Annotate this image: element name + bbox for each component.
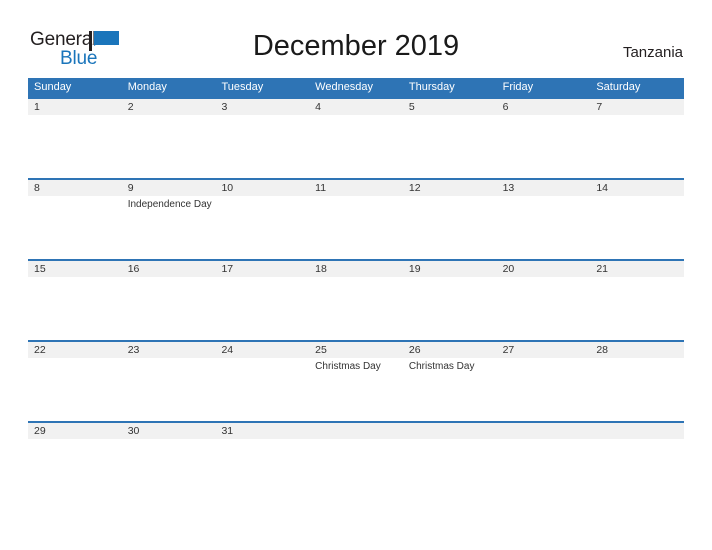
calendar-day-cell[interactable]: 13 <box>497 180 591 259</box>
weekday-header-saturday: Saturday <box>596 81 641 93</box>
country-label: Tanzania <box>622 44 683 61</box>
day-number: 20 <box>502 263 515 275</box>
calendar-day-cell[interactable]: 15 <box>28 261 122 340</box>
day-number: 17 <box>221 263 234 275</box>
day-number: 4 <box>315 101 321 113</box>
day-events: Christmas Day <box>315 360 403 373</box>
day-number: 22 <box>34 344 46 356</box>
calendar-day-cell[interactable]: 16 <box>122 261 216 340</box>
calendar-day-cell[interactable]: 22 <box>28 342 122 421</box>
day-number: 14 <box>596 182 608 194</box>
calendar-day-cell[interactable]: 20 <box>497 261 591 340</box>
day-number: 25 <box>315 344 327 356</box>
calendar-day-cell-empty <box>590 423 684 502</box>
page-title: December 2019 <box>252 30 460 62</box>
day-number: 29 <box>34 425 46 437</box>
week-cells: 1 2 3 4 5 6 7 <box>28 99 684 178</box>
day-number: 18 <box>315 263 327 275</box>
weekday-header-monday: Monday <box>127 81 167 93</box>
calendar-week-row: 8 9 Independence Day 10 11 12 13 14 <box>28 178 684 259</box>
holiday-label: Christmas Day <box>315 361 381 372</box>
calendar-day-cell[interactable]: 25 Christmas Day <box>309 342 403 421</box>
weekday-header-tuesday: Tuesday <box>221 81 264 93</box>
day-number: 15 <box>34 263 46 275</box>
calendar-day-cell[interactable]: 14 <box>590 180 684 259</box>
calendar-day-cell[interactable]: 27 <box>497 342 591 421</box>
calendar-day-cell[interactable]: 23 <box>122 342 216 421</box>
calendar-weekday-header: Sunday Monday Tuesday Wednesday Thursday… <box>28 78 684 97</box>
weekday-header-sunday: Sunday <box>34 81 72 93</box>
weekday-header-thursday: Thursday <box>408 81 455 93</box>
day-number: 30 <box>127 425 140 437</box>
calendar-day-cell[interactable]: 21 <box>590 261 684 340</box>
day-number: 10 <box>221 182 234 194</box>
calendar-weeks: 1 2 3 4 5 6 7 8 9 Independence Day 10 11 12 13 14 15 16 1… <box>28 97 684 502</box>
calendar-week-row: 1 2 3 4 5 6 7 <box>28 97 684 178</box>
calendar-day-cell[interactable]: 2 <box>122 99 216 178</box>
day-number: 2 <box>127 101 134 113</box>
day-number: 21 <box>596 263 608 275</box>
calendar-day-cell[interactable]: 31 <box>215 423 309 502</box>
week-cells: 8 9 Independence Day 10 11 12 13 14 <box>28 180 684 259</box>
holiday-label: Independence Day <box>127 199 212 210</box>
week-cells: 29 30 31 <box>28 423 684 502</box>
day-number: 6 <box>502 101 509 113</box>
day-number: 12 <box>408 182 421 194</box>
calendar-day-cell[interactable]: 12 <box>403 180 497 259</box>
day-number: 31 <box>221 425 234 437</box>
weekday-header-friday: Friday <box>502 81 534 93</box>
calendar-day-cell[interactable]: 28 <box>590 342 684 421</box>
calendar-day-cell-empty <box>403 423 497 502</box>
day-number: 24 <box>221 344 234 356</box>
calendar-day-cell-empty <box>497 423 591 502</box>
calendar-week-row: 22 23 24 25 Christmas Day 26 Christmas Day 27 28 <box>28 340 684 421</box>
calendar-day-cell[interactable]: 5 <box>403 99 497 178</box>
day-number: 9 <box>127 182 134 194</box>
day-number: 13 <box>502 182 515 194</box>
day-number: 8 <box>34 182 40 194</box>
week-cells: 15 16 17 18 19 20 21 <box>28 261 684 340</box>
day-number: 7 <box>596 101 603 113</box>
calendar-day-cell[interactable]: 11 <box>309 180 403 259</box>
calendar-day-cell[interactable]: 24 <box>215 342 309 421</box>
day-number: 5 <box>408 101 415 113</box>
calendar-day-cell[interactable]: 10 <box>215 180 309 259</box>
day-number: 16 <box>127 263 140 275</box>
day-events: Christmas Day <box>409 360 497 373</box>
calendar-day-cell[interactable]: 29 <box>28 423 122 502</box>
calendar-day-cell-empty <box>309 423 403 502</box>
page-header: General Blue December 2019 Tanzania <box>0 0 712 76</box>
day-number: 3 <box>221 101 228 113</box>
day-number: 27 <box>502 344 515 356</box>
calendar-day-cell[interactable]: 19 <box>403 261 497 340</box>
calendar-day-cell[interactable]: 8 <box>28 180 122 259</box>
week-cells: 22 23 24 25 Christmas Day 26 Christmas Day 27 28 <box>28 342 684 421</box>
calendar-week-row: 29 30 31 <box>28 421 684 502</box>
calendar-day-cell[interactable]: 9 Independence Day <box>122 180 216 259</box>
day-events: Independence Day <box>128 198 216 211</box>
day-number: 19 <box>408 263 421 275</box>
weekday-header-wednesday: Wednesday <box>315 81 374 93</box>
calendar-day-cell[interactable]: 17 <box>215 261 309 340</box>
calendar-day-cell[interactable]: 1 <box>28 99 122 178</box>
calendar-grid: Sunday Monday Tuesday Wednesday Thursday… <box>28 78 684 502</box>
day-number: 1 <box>34 101 40 113</box>
day-number: 26 <box>408 344 421 356</box>
calendar-day-cell[interactable]: 30 <box>122 423 216 502</box>
calendar-day-cell[interactable]: 7 <box>590 99 684 178</box>
calendar-day-cell[interactable]: 26 Christmas Day <box>403 342 497 421</box>
calendar-day-cell[interactable]: 6 <box>497 99 591 178</box>
day-number: 23 <box>127 344 140 356</box>
calendar-day-cell[interactable]: 4 <box>309 99 403 178</box>
day-number: 11 <box>315 182 327 194</box>
calendar-day-cell[interactable]: 3 <box>215 99 309 178</box>
day-number: 28 <box>596 344 608 356</box>
holiday-label: Christmas Day <box>408 361 475 372</box>
calendar-week-row: 15 16 17 18 19 20 21 <box>28 259 684 340</box>
calendar-day-cell[interactable]: 18 <box>309 261 403 340</box>
